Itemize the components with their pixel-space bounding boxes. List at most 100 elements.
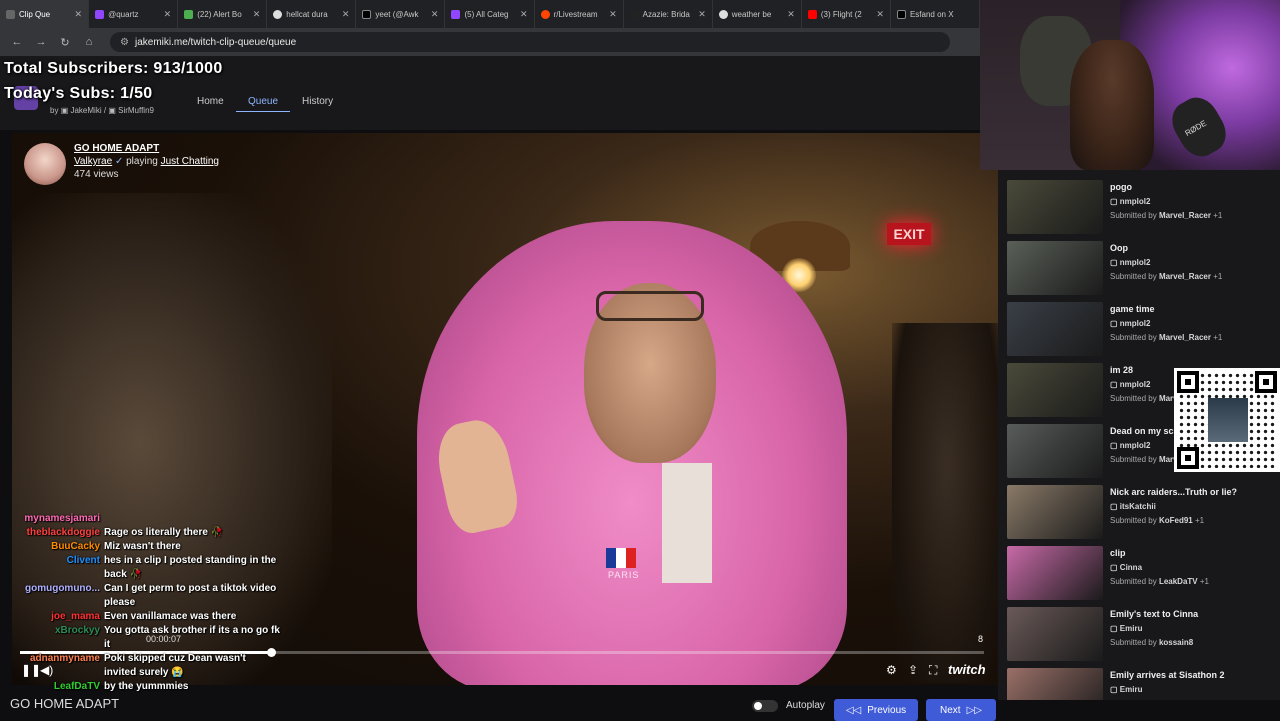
browser-tab[interactable]: yeet (@Awk ✕ (356, 0, 446, 28)
chat-bubble-icon: ▢ (1110, 258, 1118, 267)
nav-queue[interactable]: Queue (236, 96, 291, 112)
browser-tab[interactable]: (3) Flight (2 ✕ (802, 0, 891, 28)
tab-label: Clip Que (19, 9, 51, 19)
clip-thumbnail[interactable] (1007, 668, 1103, 700)
channel-name: Cinna (1119, 563, 1143, 572)
submitter-name: Marvel_Racer (1158, 333, 1211, 342)
forward-arrow-icon[interactable]: → (34, 36, 48, 48)
author-link[interactable]: SirMuffin9 (118, 106, 154, 115)
next-button[interactable]: Next ▷▷ (926, 699, 996, 721)
tab-label: yeet (@Awk (375, 9, 419, 19)
queue-item[interactable]: Emily's text to Cinna ▢ Emiru Submitted by… (1007, 607, 1277, 663)
close-icon[interactable]: ✕ (342, 9, 350, 20)
clip-thumbnail[interactable] (1007, 302, 1103, 356)
back-arrow-icon[interactable]: ← (10, 36, 24, 48)
channel-name: nmplol2 (1119, 197, 1151, 206)
channel-link[interactable]: Valkyrae (74, 156, 112, 167)
queue-item[interactable]: pogo ▢ nmplol2 Submitted by Marvel_Racer +… (1007, 180, 1277, 236)
close-icon[interactable]: ✕ (164, 9, 172, 20)
clip-title[interactable]: GO HOME ADAPT (74, 143, 219, 154)
close-icon[interactable]: ✕ (787, 9, 795, 20)
autoplay-toggle[interactable] (752, 700, 778, 712)
clip-thumbnail[interactable] (1007, 241, 1103, 295)
chat-bubble-icon: ▢ (1110, 380, 1118, 389)
chat-username: gomugomuno... (25, 583, 100, 594)
close-icon[interactable]: ✕ (75, 9, 83, 20)
close-icon[interactable]: ✕ (698, 9, 706, 20)
channel-name: nmplol2 (1119, 319, 1151, 328)
queue-item[interactable]: Nick arc raiders...Truth or lie? ▢ itsKat… (1007, 485, 1277, 541)
submitter-name: Marvel_Racer (1158, 272, 1211, 281)
tab-favicon-icon (184, 9, 194, 19)
clip-counter: 8 (978, 634, 984, 644)
author-link[interactable]: JakeMiki (70, 106, 101, 115)
submitted-label: Submitted by (1110, 211, 1157, 220)
chat-overlay: mynamesjamari theblackdoggie Rage os lite… (0, 512, 280, 694)
submitter-extra: +1 (1213, 272, 1223, 281)
browser-tab[interactable]: (5) All Categ ✕ (445, 0, 535, 28)
browser-tab[interactable]: weather be ✕ (713, 0, 802, 28)
nav-home[interactable]: Home (197, 96, 224, 107)
chat-bubble-icon: ▢ (1110, 624, 1118, 633)
clip-thumbnail[interactable] (1007, 424, 1103, 478)
queue-item[interactable]: clip ▢ Cinna Submitted by LeakDaTV +1 (1007, 546, 1277, 602)
address-bar: ← → ↻ ⌂ ⚙ jakemiki.me/twitch-clip-queue/… (0, 28, 980, 56)
queue-item[interactable]: Oop ▢ nmplol2 Submitted by Marvel_Racer +1 (1007, 241, 1277, 297)
browser-tab[interactable]: Azazie: Brida ✕ (624, 0, 713, 28)
queue-item[interactable]: game time ▢ nmplol2 Submitted by Marvel_Ra… (1007, 302, 1277, 358)
chat-bubble-icon: ▢ (1110, 197, 1118, 206)
url-input[interactable]: ⚙ jakemiki.me/twitch-clip-queue/queue (110, 32, 950, 52)
site-info-icon[interactable]: ⚙ (120, 37, 129, 48)
twitch-logo[interactable]: twitch (948, 662, 986, 677)
streamer (1070, 40, 1154, 170)
clip-thumbnail[interactable] (1007, 180, 1103, 234)
submitter-name: LeakDaTV (1158, 577, 1198, 586)
fullscreen-icon[interactable]: ⛶ (929, 663, 937, 678)
nav-history[interactable]: History (302, 96, 333, 107)
browser-tab[interactable]: (22) Alert Bo ✕ (178, 0, 268, 28)
category-link[interactable]: Just Chatting (161, 156, 219, 167)
reload-icon[interactable]: ↻ (58, 36, 72, 49)
chat-line: gomugomuno... Can I get perm to post a ti… (0, 582, 280, 610)
qr-finder (1177, 447, 1199, 469)
browser-tab[interactable]: Clip Que ✕ (0, 0, 90, 28)
close-icon[interactable]: ✕ (520, 9, 528, 20)
queue-item[interactable]: Emily arrives at Sisathon 2 ▢ Emiru (1007, 668, 1277, 700)
chat-line: theblackdoggie Rage os literally there 🥀 (0, 526, 280, 540)
browser-tab[interactable]: hellcat dura ✕ (267, 0, 357, 28)
chat-line: joe_mama Even vanillamace was there (0, 610, 280, 624)
chat-line: Clivent hes in a clip I posted standing i… (0, 554, 280, 582)
tab-label: Esfand on X (909, 9, 954, 19)
clip-thumbnail[interactable] (1007, 546, 1103, 600)
tab-favicon-icon (629, 9, 639, 19)
share-icon[interactable]: ⇪ (908, 663, 918, 677)
queue-item-submitter: Submitted by KoFed91 +1 (1110, 516, 1204, 525)
clip-thumbnail[interactable] (1007, 607, 1103, 661)
tab-label: weather be (731, 9, 772, 19)
tab-favicon-icon (273, 9, 283, 19)
browser-tab[interactable]: Esfand on X (891, 0, 981, 28)
chat-bubble-icon: ▢ (1110, 441, 1118, 450)
browser-tab[interactable]: @quartz ✕ (89, 0, 179, 28)
browser-tab[interactable]: r/Livestream ✕ (535, 0, 624, 28)
close-icon[interactable]: ✕ (431, 9, 439, 20)
by-label: by (50, 106, 59, 115)
settings-icon[interactable]: ⚙ (886, 663, 897, 677)
channel-name: Emiru (1119, 685, 1143, 694)
chat-username: xBrockyy (54, 625, 100, 636)
close-icon[interactable]: ✕ (876, 9, 884, 20)
submitter-extra: +1 (1199, 577, 1209, 586)
home-icon[interactable]: ⌂ (82, 36, 96, 48)
close-icon[interactable]: ✕ (253, 9, 261, 20)
queue-item-title: im 28 (1110, 365, 1134, 375)
avatar[interactable] (24, 143, 66, 185)
mic-brand: RØDE (1183, 118, 1209, 138)
autoplay-label: Autoplay (786, 700, 825, 711)
previous-button[interactable]: ◁◁ Previous (834, 699, 918, 721)
queue-item-channel: ▢ nmplol2 (1110, 380, 1150, 389)
clip-thumbnail[interactable] (1007, 363, 1103, 417)
chat-line: mynamesjamari (0, 512, 280, 526)
clip-thumbnail[interactable] (1007, 485, 1103, 539)
close-icon[interactable]: ✕ (609, 9, 617, 20)
channel-name: itsKatchii (1119, 502, 1156, 511)
